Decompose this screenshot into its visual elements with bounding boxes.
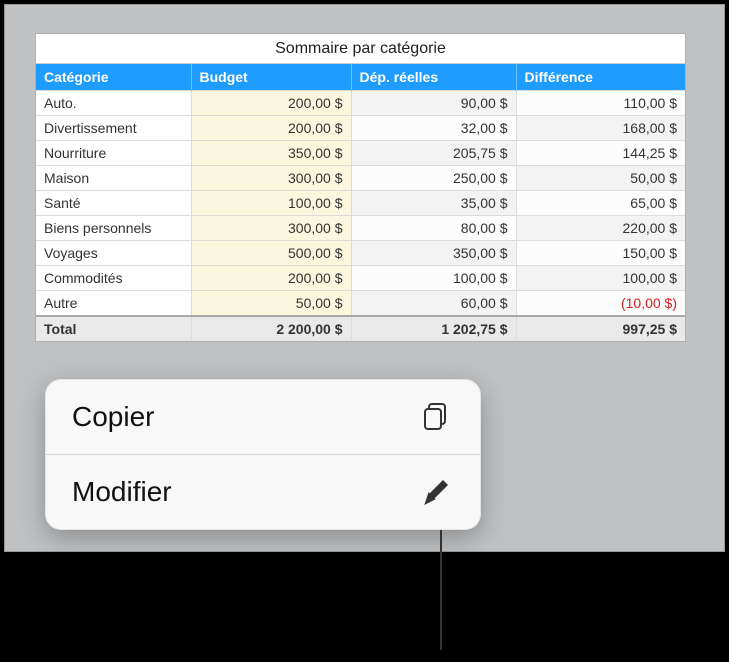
app-canvas: Sommaire par catégorie Catégorie Budget … [4, 4, 725, 552]
cell-budget[interactable]: 500,00 $ [191, 241, 351, 266]
cell-category[interactable]: Biens personnels [36, 216, 191, 241]
cell-category[interactable]: Voyages [36, 241, 191, 266]
table-row[interactable]: Auto.200,00 $90,00 $110,00 $ [36, 91, 685, 116]
cell-actual[interactable]: 100,00 $ [351, 266, 516, 291]
table-row[interactable]: Maison300,00 $250,00 $50,00 $ [36, 166, 685, 191]
menu-edit[interactable]: Modifier [46, 454, 480, 529]
menu-edit-label: Modifier [72, 476, 172, 508]
cell-diff[interactable]: 65,00 $ [516, 191, 685, 216]
cell-total-actual[interactable]: 1 202,75 $ [351, 316, 516, 341]
cell-actual[interactable]: 205,75 $ [351, 141, 516, 166]
col-diff[interactable]: Différence [516, 64, 685, 91]
col-category[interactable]: Catégorie [36, 64, 191, 91]
table-row[interactable]: Biens personnels300,00 $80,00 $220,00 $ [36, 216, 685, 241]
pencil-icon [420, 475, 454, 509]
table-row[interactable]: Santé100,00 $35,00 $65,00 $ [36, 191, 685, 216]
callout-line [440, 530, 442, 650]
cell-category[interactable]: Santé [36, 191, 191, 216]
cell-total-budget[interactable]: 2 200,00 $ [191, 316, 351, 341]
cell-diff[interactable]: 100,00 $ [516, 266, 685, 291]
menu-copy[interactable]: Copier [46, 380, 480, 454]
cell-diff[interactable]: 144,25 $ [516, 141, 685, 166]
context-menu: Copier Modifier [45, 379, 481, 530]
table-row[interactable]: Divertissement200,00 $32,00 $168,00 $ [36, 116, 685, 141]
cell-actual[interactable]: 250,00 $ [351, 166, 516, 191]
cell-diff[interactable]: 50,00 $ [516, 166, 685, 191]
cell-actual[interactable]: 35,00 $ [351, 191, 516, 216]
cell-total-diff[interactable]: 997,25 $ [516, 316, 685, 341]
cell-actual[interactable]: 32,00 $ [351, 116, 516, 141]
cell-budget[interactable]: 300,00 $ [191, 216, 351, 241]
menu-copy-label: Copier [72, 401, 154, 433]
summary-table-card: Sommaire par catégorie Catégorie Budget … [35, 33, 686, 342]
copy-icon [420, 400, 454, 434]
cell-budget[interactable]: 50,00 $ [191, 291, 351, 317]
table-title: Sommaire par catégorie [36, 34, 685, 64]
table-row[interactable]: Voyages500,00 $350,00 $150,00 $ [36, 241, 685, 266]
cell-total-label[interactable]: Total [36, 316, 191, 341]
cell-budget[interactable]: 300,00 $ [191, 166, 351, 191]
cell-budget[interactable]: 200,00 $ [191, 266, 351, 291]
cell-budget[interactable]: 200,00 $ [191, 116, 351, 141]
cell-category[interactable]: Maison [36, 166, 191, 191]
col-actual[interactable]: Dép. réelles [351, 64, 516, 91]
cell-diff[interactable]: (10,00 $) [516, 291, 685, 317]
cell-actual[interactable]: 80,00 $ [351, 216, 516, 241]
table-row[interactable]: Autre50,00 $60,00 $(10,00 $) [36, 291, 685, 317]
cell-budget[interactable]: 100,00 $ [191, 191, 351, 216]
cell-actual[interactable]: 90,00 $ [351, 91, 516, 116]
cell-category[interactable]: Commodités [36, 266, 191, 291]
cell-category[interactable]: Divertissement [36, 116, 191, 141]
table-row[interactable]: Commodités200,00 $100,00 $100,00 $ [36, 266, 685, 291]
cell-category[interactable]: Autre [36, 291, 191, 317]
col-budget[interactable]: Budget [191, 64, 351, 91]
cell-diff[interactable]: 150,00 $ [516, 241, 685, 266]
table-row[interactable]: Nourriture350,00 $205,75 $144,25 $ [36, 141, 685, 166]
cell-budget[interactable]: 200,00 $ [191, 91, 351, 116]
cell-diff[interactable]: 220,00 $ [516, 216, 685, 241]
cell-category[interactable]: Nourriture [36, 141, 191, 166]
cell-budget[interactable]: 350,00 $ [191, 141, 351, 166]
cell-actual[interactable]: 60,00 $ [351, 291, 516, 317]
cell-diff[interactable]: 110,00 $ [516, 91, 685, 116]
summary-table: Catégorie Budget Dép. réelles Différence… [36, 64, 685, 341]
table-header-row: Catégorie Budget Dép. réelles Différence [36, 64, 685, 91]
cell-actual[interactable]: 350,00 $ [351, 241, 516, 266]
cell-category[interactable]: Auto. [36, 91, 191, 116]
cell-diff[interactable]: 168,00 $ [516, 116, 685, 141]
table-total-row[interactable]: Total2 200,00 $1 202,75 $997,25 $ [36, 316, 685, 341]
